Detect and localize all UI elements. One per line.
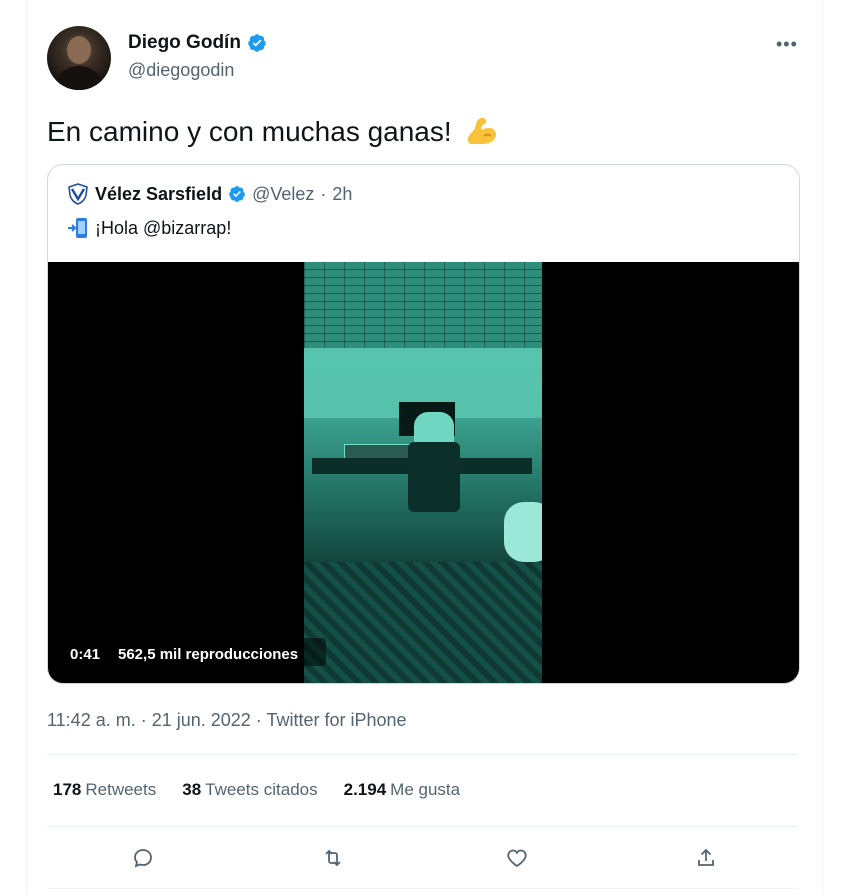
divider — [47, 888, 798, 889]
share-icon[interactable] — [690, 842, 722, 874]
video-chair — [408, 442, 460, 512]
quoted-author-name[interactable]: Vélez Sarsfield — [95, 184, 222, 205]
author-handle[interactable]: @diegogodin — [128, 60, 234, 81]
timeline-border-right — [822, 0, 823, 895]
quotes-stat[interactable]: 38 Tweets citados — [182, 780, 317, 800]
tweet-body: En camino y con muchas ganas! — [47, 114, 500, 150]
retweet-icon[interactable] — [317, 842, 349, 874]
quoted-time[interactable]: 2h — [332, 184, 352, 205]
avatar-shoulders — [53, 66, 105, 90]
tweet-metadata[interactable]: 11:42 a. m. · 21 jun. 2022 · Twitter for… — [47, 710, 407, 731]
flexed-biceps-emoji-icon — [467, 117, 496, 144]
video-player[interactable]: 0:41 562,5 mil reproducciones — [48, 262, 799, 683]
author-name[interactable]: Diego Godín — [128, 32, 241, 54]
velez-shield-icon — [68, 183, 88, 205]
verified-badge-icon — [229, 186, 245, 202]
likes-stat[interactable]: 2.194 Me gusta — [344, 780, 460, 800]
video-brick-wall — [304, 262, 542, 348]
retweets-stat[interactable]: 178 Retweets — [53, 780, 156, 800]
avatar-face — [67, 36, 91, 64]
quoted-separator: · — [320, 183, 327, 204]
author-name-row[interactable]: Diego Godín — [128, 32, 267, 54]
divider — [47, 826, 798, 827]
quoted-text: ¡Hola @bizarrap! — [95, 217, 232, 238]
tweet-stats: 178 Retweets 38 Tweets citados 2.194 Me gus… — [53, 780, 460, 800]
verified-badge-icon — [248, 34, 266, 52]
more-options-icon[interactable]: ••• — [776, 34, 798, 55]
tweet-text: En camino y con muchas ganas! — [47, 116, 452, 147]
reply-icon[interactable] — [127, 842, 159, 874]
video-cushion — [504, 502, 542, 562]
like-icon[interactable] — [501, 842, 533, 874]
video-duration: 0:41 — [70, 646, 101, 663]
quoted-header: Vélez Sarsfield @Velez · 2h — [67, 183, 352, 205]
video-views: 562,5 mil reproducciones — [118, 646, 299, 663]
author-avatar[interactable] — [47, 26, 111, 90]
quoted-tweet[interactable]: Vélez Sarsfield @Velez · 2h ¡Hola @bizar… — [47, 164, 800, 684]
video-frame — [304, 262, 542, 683]
mobile-phone-arrow-emoji-icon — [68, 218, 87, 238]
video-rug — [304, 562, 542, 683]
timeline-border-left — [26, 0, 27, 895]
quoted-handle[interactable]: @Velez — [252, 184, 314, 205]
quoted-text-row: ¡Hola @bizarrap! — [67, 217, 231, 239]
divider — [47, 754, 798, 755]
action-bar — [47, 842, 798, 874]
